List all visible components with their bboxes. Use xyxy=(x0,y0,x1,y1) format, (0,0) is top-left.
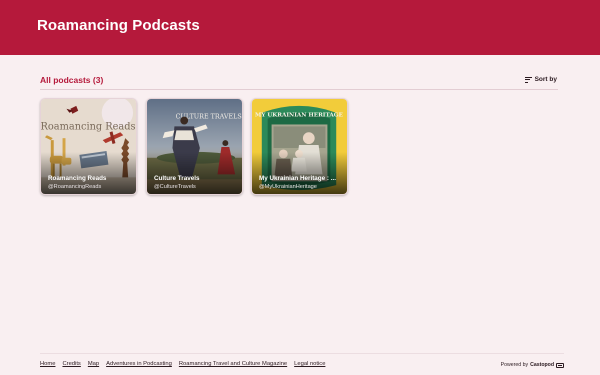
site-title[interactable]: Roamancing Podcasts xyxy=(37,17,200,34)
footer-link-home[interactable]: Home xyxy=(40,361,55,367)
castopod-logo-icon xyxy=(556,362,564,368)
sort-by-button[interactable]: Sort by xyxy=(524,76,557,83)
footer-nav: Home Credits Map Adventures in Podcastin… xyxy=(40,361,325,367)
site-footer: Home Credits Map Adventures in Podcastin… xyxy=(40,353,564,375)
podcast-title: Roamancing Reads xyxy=(48,175,107,182)
footer-link-roamancing-magazine[interactable]: Roamancing Travel and Culture Magazine xyxy=(179,361,287,367)
footer-link-adventures-in-podcasting[interactable]: Adventures in Podcasting xyxy=(106,361,172,367)
powered-by[interactable]: Powered by Castopod xyxy=(501,362,564,368)
podcast-handle: @MyUkrainianHeritage xyxy=(259,184,317,190)
section-title: All podcasts (3) xyxy=(40,75,104,85)
cover-text: Roamancing Reads xyxy=(41,121,136,132)
footer-link-credits[interactable]: Credits xyxy=(62,361,80,367)
sort-by-label: Sort by xyxy=(534,76,557,83)
podcast-card-my-ukrainian-heritage[interactable]: MY UKRAINIAN HERITAGE My Ukrainian Herit… xyxy=(251,98,348,195)
podcast-title: My Ukrainian Heritage : ... xyxy=(259,175,336,182)
powered-by-prefix: Powered by xyxy=(500,362,529,368)
podcast-card-roamancing-reads[interactable]: Roamancing Reads Roamancing Reads @Roama… xyxy=(40,98,137,195)
podcast-handle: @CultureTravels xyxy=(154,184,196,190)
powered-by-brand: Castopod xyxy=(530,362,554,368)
footer-link-legal-notice[interactable]: Legal notice xyxy=(294,361,325,367)
podcasts-section-header: All podcasts (3) Sort by xyxy=(40,74,558,90)
podcast-card-culture-travels[interactable]: CULTURE TRAVELS Culture Travels @Culture… xyxy=(146,98,243,195)
site-header: Roamancing Podcasts xyxy=(0,0,600,55)
cover-text: MY UKRAINIAN HERITAGE xyxy=(255,113,344,119)
sort-icon xyxy=(524,76,532,83)
footer-link-map[interactable]: Map xyxy=(88,361,99,367)
podcast-title: Culture Travels xyxy=(154,175,200,182)
podcast-handle: @RoamancingReads xyxy=(48,184,102,190)
